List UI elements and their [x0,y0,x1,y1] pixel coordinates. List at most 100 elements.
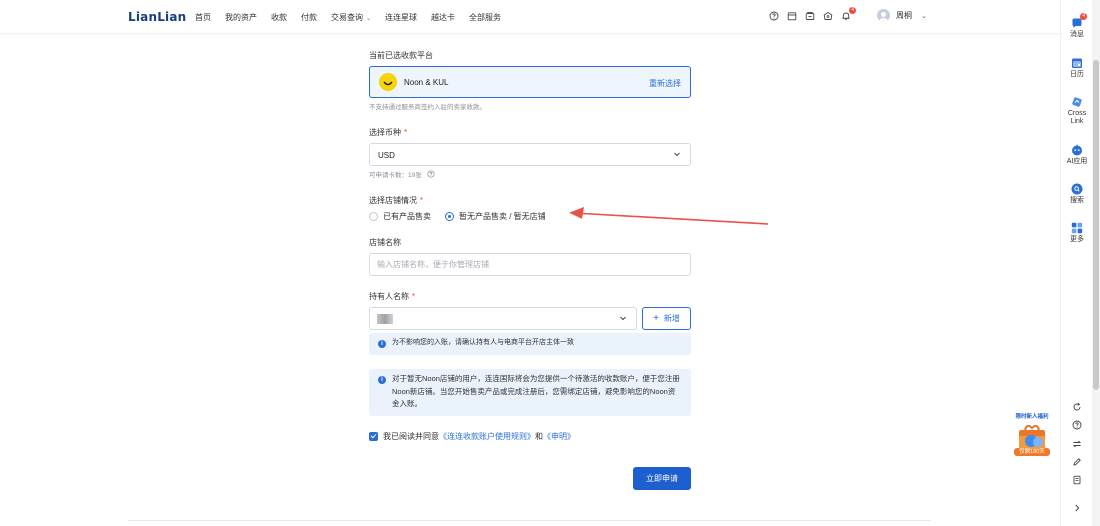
card-quota-hint: 可申请卡数：19张 [369,169,435,179]
sidebar-item-search[interactable]: 搜索 [1061,183,1093,205]
holder-select[interactable] [369,307,637,330]
radio-label: 已有产品售卖 [383,212,431,221]
sidebar-item-cross-link[interactable]: Cross Link [1061,96,1093,126]
nav-item-transactions-label: 交易查询 [331,13,363,22]
radio-label: 暂无产品售卖 / 暂无店铺 [459,212,546,221]
sidebar-item-label: AI应用 [1066,158,1088,165]
currency-select[interactable]: USD [369,143,691,166]
sidebar-item-more[interactable]: 更多 [1061,222,1093,244]
nav-item-receive[interactable]: 收款 [271,12,287,23]
required-asterisk: * [420,196,424,205]
wallet-icon[interactable] [805,11,815,21]
reselect-link[interactable]: 重新选择 [649,78,681,89]
annotation-arrow [569,207,769,225]
info-icon: i [378,340,386,348]
message-badge: 4 [1080,13,1087,20]
main-nav: 首页 我的资产 收款 付款 交易查询 ⌄ 连连星球 越达卡 全部服务 [195,12,515,23]
ai-app-icon [1071,144,1083,156]
platform-label: 当前已选收款平台 [369,51,433,60]
promo-subtitle: 仅剩180天 [1014,448,1050,456]
lianlian-logo[interactable]: LianLian [128,10,186,24]
help-icon[interactable] [1072,420,1082,430]
user-menu[interactable]: 周桐 ⌄ [877,9,927,22]
edit-icon[interactable] [1072,457,1082,467]
card-quota-text: 可申请卡数：19张 [369,172,422,179]
radio-circle [369,212,378,221]
required-asterisk: * [404,128,408,137]
top-navbar: LianLian 首页 我的资产 收款 付款 交易查询 ⌄ 连连星球 越达卡 全部… [0,0,1060,34]
scrollbar[interactable] [1092,0,1100,526]
exchange-icon[interactable] [1072,439,1082,449]
agreement-prefix: 我已阅读并同意 [383,432,439,441]
store-status-radio-group: 已有产品售卖 暂无产品售卖 / 暂无店铺 [369,211,560,222]
chevron-down-icon [674,152,680,157]
scrollbar-thumb[interactable] [1093,60,1099,390]
holder-info-text: 为不影响您的入账，请确认持有人与电商平台开店主体一致 [392,339,574,346]
refresh-icon[interactable] [1072,402,1082,412]
required-asterisk: * [412,292,416,301]
promo-title: 限时新人福利 [1015,414,1049,420]
noon-notice-text: 对于暂无Noon店铺的用户，连连国际将会为您提供一个待激活的收款账户，便于您注册… [392,374,680,408]
platform-hint: 不支持通过服务商签约入驻的卖家收款。 [369,104,486,111]
store-status-label-text: 选择店铺情况 [369,196,417,205]
submit-button[interactable]: 立即申请 [633,467,691,490]
radio-no-products[interactable]: 暂无产品售卖 / 暂无店铺 [445,211,546,222]
message-icon: 4 [1071,13,1087,29]
collapse-icon[interactable] [1072,503,1082,513]
agreement-and: 和 [535,432,543,441]
avatar [877,9,890,22]
agreement-checkbox[interactable] [369,432,378,441]
user-name: 周桐 [896,11,912,20]
holder-info-box: i 为不影响您的入账，请确认持有人与电商平台开店主体一致 [369,333,691,355]
currency-label-text: 选择币种 [369,128,401,137]
nav-item-all-services[interactable]: 全部服务 [469,12,501,23]
nav-item-yueda-card[interactable]: 越达卡 [431,12,455,23]
calendar-icon [1071,57,1083,69]
currency-label: 选择币种 * [369,127,407,138]
chevron-down-icon: ⌄ [921,12,927,20]
info-icon: i [378,376,386,384]
sidebar-item-messages[interactable]: 4 消息 [1061,13,1093,39]
cross-link-icon [1071,96,1083,108]
footer-divider [128,520,931,521]
add-holder-label: 新增 [663,314,680,323]
sidebar-item-ai-apps[interactable]: AI应用 [1061,144,1093,166]
add-holder-button[interactable]: + 新增 [642,307,691,330]
nav-item-home[interactable]: 首页 [195,12,211,23]
holder-label: 持有人名称 * [369,291,415,302]
help-icon[interactable] [769,11,779,21]
sidebar-item-label: 搜索 [1070,197,1084,204]
noon-notice-box: i 对于暂无Noon店铺的用户，连连国际将会为您提供一个待激活的收款账户，便于您… [369,369,691,416]
redacted-holder-name [377,314,393,324]
store-status-label: 选择店铺情况 * [369,195,423,206]
statement-link[interactable]: 《申明》 [543,431,575,442]
document-icon[interactable] [1072,475,1082,485]
bell-icon[interactable]: 4 [841,7,856,21]
agreement-row: 我已阅读并同意 《连连收款账户使用规则》 和 《申明》 [369,431,575,442]
nav-item-lianlian-planet[interactable]: 连连星球 [385,12,417,23]
nav-item-pay[interactable]: 付款 [301,12,317,23]
noon-logo-icon [379,73,397,91]
search-icon [1071,183,1083,195]
store-name-label: 店铺名称 [369,238,401,247]
platform-name: Noon & KUL [404,78,449,87]
notification-badge: 4 [849,7,856,14]
rules-link[interactable]: 《连连收款账户使用规则》 [439,431,535,442]
currency-value: USD [378,151,395,160]
gift-icon[interactable] [823,11,833,21]
holder-label-text: 持有人名称 [369,292,409,301]
nav-item-my-assets[interactable]: 我的资产 [225,12,257,23]
sidebar-item-label: 消息 [1070,31,1084,38]
nav-item-transactions[interactable]: 交易查询 ⌄ [331,12,371,23]
right-sidebar: 4 消息 日历 Cross Link AI应用 搜索 更多 [1060,0,1092,526]
calendar-icon[interactable] [787,11,797,21]
sidebar-item-calendar[interactable]: 日历 [1061,57,1093,79]
plus-icon: + [653,312,659,324]
store-name-input[interactable] [369,253,691,276]
chevron-down-icon [620,316,626,321]
help-icon[interactable] [427,170,435,178]
radio-circle-selected [445,212,454,221]
new-user-promo-badge[interactable]: 限时新人福利 仅剩180天 [1011,412,1053,464]
radio-has-products[interactable]: 已有产品售卖 [369,211,431,222]
chevron-down-icon: ⌄ [366,16,372,22]
